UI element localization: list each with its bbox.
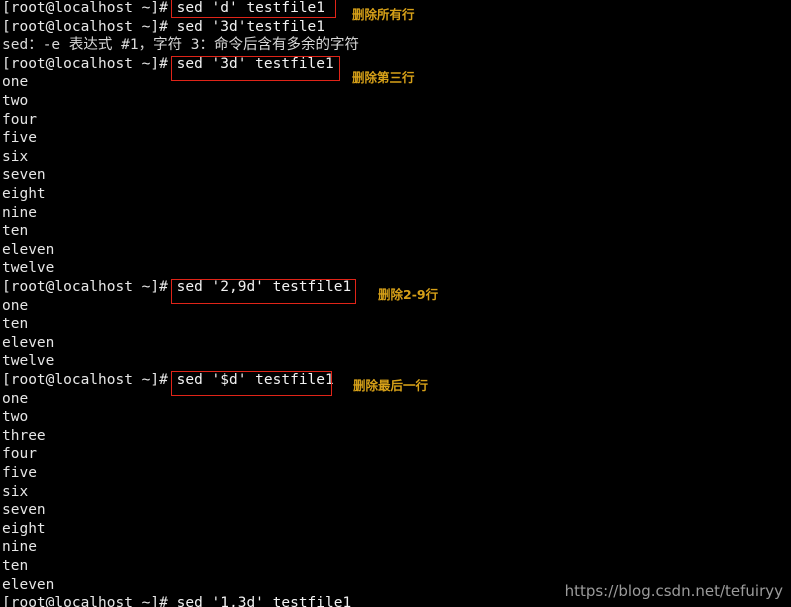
terminal-output-line: eleven: [2, 241, 55, 258]
shell-command: sed '3d'testfile1: [176, 18, 326, 35]
terminal-output-line: one: [2, 74, 29, 91]
terminal-output-line: twelve: [2, 260, 55, 277]
shell-prompt: [root@localhost ~]#: [2, 372, 177, 388]
watermark: https://blog.csdn.net/tefuiryy: [564, 582, 783, 600]
terminal-window[interactable]: [root@localhost ~]# sed 'd' testfile1 [ro…: [0, 0, 791, 607]
shell-prompt: [root@localhost ~]#: [2, 55, 177, 72]
shell-prompt: [root@localhost ~]#: [2, 18, 177, 35]
terminal-output-line: eight: [2, 186, 46, 202]
terminal-output-line: six: [2, 148, 29, 165]
terminal-output-line: two: [2, 93, 29, 109]
shell-command: sed '1,3d' testfile1: [176, 595, 352, 607]
terminal-output-line: eleven: [2, 334, 55, 351]
terminal-error-line: sed：-e 表达式 #1，字符 3：命令后含有多余的字符: [2, 36, 359, 55]
terminal-output-line: ten: [2, 223, 29, 240]
terminal-output-line: nine: [2, 539, 37, 556]
terminal-command-line: [root@localhost ~]# sed '2,9d' testfile1: [2, 278, 351, 297]
shell-command: sed '$d' testfile1: [176, 372, 334, 388]
annotation-label: 删除最后一行: [353, 378, 429, 393]
annotation-label: 删除第三行: [352, 70, 415, 85]
terminal-command-line: [root@localhost ~]# sed '3d' testfile1: [2, 55, 334, 74]
error-text: sed：-e 表达式 #1，字符 3：命令后含有多余的字符: [2, 37, 360, 54]
terminal-output-line: twelve: [2, 353, 55, 370]
shell-command: sed '3d' testfile1: [176, 55, 334, 72]
terminal-output-line: eleven: [2, 576, 55, 593]
terminal-output-line: four: [2, 446, 37, 463]
terminal-output-line: two: [2, 409, 29, 426]
shell-command: sed 'd' testfile1: [176, 0, 326, 16]
terminal-output-line: ten: [2, 558, 29, 574]
annotation-label: 删除2-9行: [378, 287, 439, 302]
terminal-output-line: one: [2, 390, 29, 407]
terminal-output-line: three: [2, 427, 46, 444]
annotation-label: 删除所有行: [352, 7, 415, 22]
terminal-output-line: seven: [2, 167, 46, 184]
shell-prompt: [root@localhost ~]#: [2, 279, 177, 295]
terminal-output-line: one: [2, 297, 29, 314]
terminal-output-line: five: [2, 130, 37, 147]
terminal-output-line: four: [2, 111, 37, 128]
terminal-command-line: [root@localhost ~]# sed '$d' testfile1: [2, 371, 334, 390]
terminal-output-line: five: [2, 465, 37, 481]
terminal-command-line: [root@localhost ~]# sed 'd' testfile1: [2, 0, 325, 18]
shell-command: sed '2,9d' testfile1: [176, 279, 352, 295]
terminal-output-line: seven: [2, 502, 46, 519]
terminal-output-line: six: [2, 483, 29, 500]
terminal-output-line: ten: [2, 316, 29, 333]
shell-prompt: [root@localhost ~]#: [2, 595, 177, 607]
terminal-command-line: [root@localhost ~]# sed '3d'testfile1: [2, 18, 325, 37]
terminal-command-line: [root@localhost ~]# sed '1,3d' testfile1: [2, 594, 351, 607]
terminal-output-line: nine: [2, 204, 37, 221]
shell-prompt: [root@localhost ~]#: [2, 0, 177, 16]
terminal-output-line: eight: [2, 520, 46, 537]
